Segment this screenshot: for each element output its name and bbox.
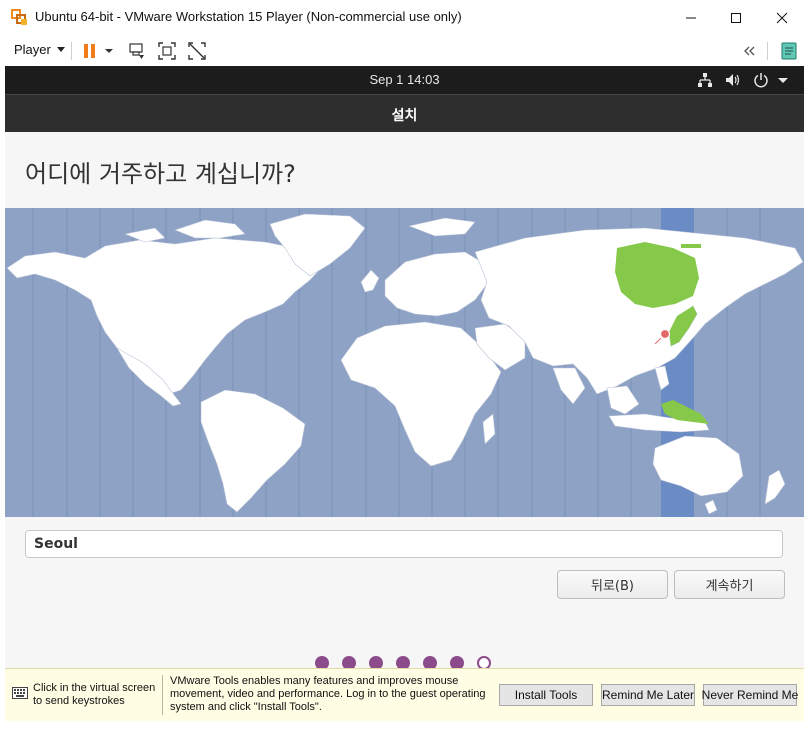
pause-dropdown-icon[interactable] [104, 41, 114, 61]
timezone-input[interactable]: Seoul [25, 530, 783, 558]
installer-header: 설치 [5, 94, 804, 132]
timezone-map[interactable] [5, 208, 804, 517]
send-ctrl-alt-del-icon[interactable] [127, 41, 147, 61]
fit-guest-icon[interactable] [157, 41, 177, 61]
player-menu[interactable]: Player [14, 42, 65, 57]
remind-later-button[interactable]: Remind Me Later [601, 684, 695, 706]
toolbar-divider [71, 42, 72, 60]
clock[interactable]: Sep 1 14:03 [5, 72, 804, 87]
tools-message: VMware Tools enables many features and i… [170, 675, 486, 713]
unity-icon[interactable] [187, 41, 207, 61]
minimize-button[interactable] [668, 0, 714, 36]
player-toolbar: Player [0, 36, 812, 66]
close-button[interactable] [759, 0, 805, 36]
window-titlebar: Ubuntu 64-bit - VMware Workstation 15 Pl… [0, 0, 812, 36]
installer-title: 설치 [391, 108, 418, 124]
keystroke-hint: Click in the virtual screen to send keys… [33, 682, 156, 707]
volume-icon[interactable] [725, 72, 741, 88]
menu-arrow-icon[interactable] [777, 72, 789, 88]
window-title: Ubuntu 64-bit - VMware Workstation 15 Pl… [35, 9, 462, 24]
pause-icon[interactable] [80, 41, 100, 61]
keyboard-icon [12, 687, 28, 699]
minimize-icon [686, 17, 696, 19]
library-icon[interactable] [779, 41, 799, 61]
power-icon[interactable] [753, 72, 769, 88]
seoul-marker-icon [659, 328, 671, 340]
continue-button[interactable]: 계속하기 [674, 570, 785, 599]
player-menu-label: Player [14, 42, 51, 57]
back-button[interactable]: 뒤로(B) [557, 570, 668, 599]
virtual-screen[interactable]: Sep 1 14:03 설치 어디에 거주하고 계십니까? Seoul 뒤로(B… [5, 66, 804, 720]
ubuntu-top-bar: Sep 1 14:03 [5, 66, 804, 94]
vmware-tools-bar: Click in the virtual screen to send keys… [5, 668, 804, 721]
collapse-icon[interactable] [740, 41, 760, 61]
never-remind-button[interactable]: Never Remind Me [702, 684, 798, 706]
tools-divider [162, 675, 163, 715]
maximize-icon [731, 13, 741, 23]
page-question: 어디에 거주하고 계십니까? [25, 160, 296, 188]
toolbar-divider [767, 42, 768, 60]
network-icon[interactable] [697, 72, 713, 88]
chevron-down-icon [56, 46, 65, 52]
maximize-button[interactable] [713, 0, 759, 36]
close-icon [776, 12, 788, 24]
install-tools-button[interactable]: Install Tools [499, 684, 593, 706]
vmware-app-icon [11, 9, 27, 25]
